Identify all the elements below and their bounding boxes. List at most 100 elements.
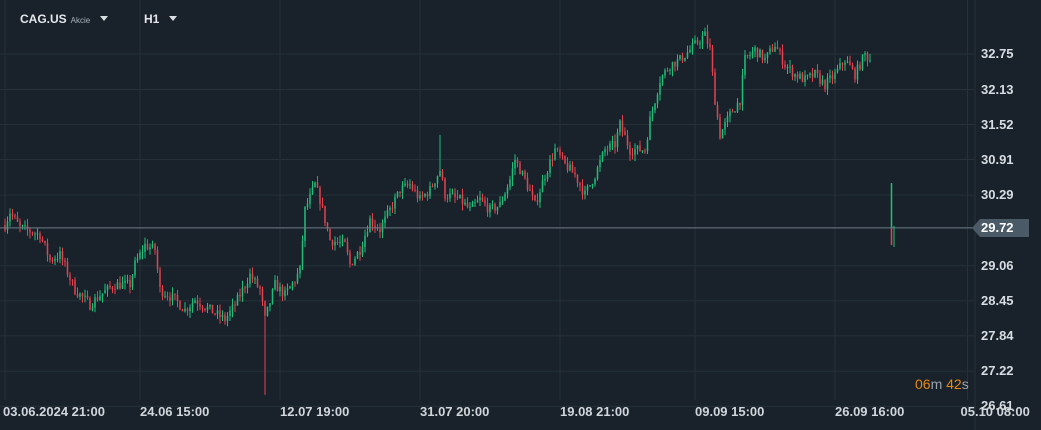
candle (861, 54, 864, 71)
candle (811, 67, 814, 82)
candle (49, 254, 51, 263)
candle (731, 108, 734, 113)
candle (269, 303, 271, 312)
candle (181, 308, 184, 312)
candle (401, 181, 404, 199)
candle (471, 200, 474, 208)
candle (821, 75, 824, 86)
candle (809, 72, 811, 79)
candle (51, 257, 54, 264)
candle (696, 37, 699, 46)
candle (404, 177, 406, 187)
candle (259, 285, 261, 296)
candle (866, 51, 869, 67)
candle (139, 249, 141, 260)
candle (141, 245, 144, 260)
candle (774, 42, 776, 53)
candle (66, 257, 69, 278)
candle (686, 45, 689, 59)
candlestick-chart[interactable] (0, 0, 1041, 430)
candle (504, 192, 506, 202)
candle (459, 194, 461, 199)
candle (621, 115, 624, 137)
candle (601, 151, 604, 163)
candle (76, 287, 79, 299)
candle (739, 102, 741, 110)
candle (549, 154, 551, 178)
candle (754, 45, 756, 58)
candle (516, 157, 519, 168)
candle (59, 246, 61, 264)
candle (564, 155, 566, 165)
countdown-s: s (961, 376, 969, 392)
candle (489, 203, 491, 218)
candle (761, 49, 764, 64)
candle (216, 305, 219, 320)
candle (201, 305, 204, 313)
candle (29, 227, 31, 239)
candle (461, 188, 464, 211)
candle (161, 285, 164, 301)
candle (831, 70, 834, 85)
candle (661, 74, 664, 86)
candle (309, 188, 311, 209)
candle (174, 293, 176, 301)
candle (4, 218, 6, 233)
candle (336, 237, 339, 246)
candle (506, 184, 509, 199)
candle (189, 304, 191, 318)
candle (849, 55, 851, 66)
candle (239, 288, 241, 302)
candle (619, 119, 621, 136)
candle (766, 52, 769, 64)
candle (796, 71, 799, 83)
candle (431, 183, 434, 188)
candle (561, 152, 564, 160)
price-tick-label: 29.06 (981, 257, 1014, 273)
candle (559, 146, 561, 159)
candle (464, 198, 466, 206)
chevron-down-icon (169, 16, 178, 21)
candle (291, 281, 294, 291)
candle (156, 246, 159, 273)
candle (354, 256, 356, 267)
candle (56, 252, 59, 263)
candle (86, 290, 89, 300)
candle (416, 185, 419, 203)
timeframe-selector[interactable]: H1 (144, 12, 178, 26)
candle (656, 92, 659, 109)
candle (521, 170, 524, 176)
candle (301, 235, 304, 271)
candle (176, 289, 179, 308)
candle (11, 208, 14, 220)
candle (69, 272, 71, 286)
candle (546, 171, 549, 182)
candle (551, 153, 554, 167)
candle (126, 274, 129, 284)
candle (164, 291, 166, 299)
candle (596, 165, 599, 181)
candle (236, 292, 239, 306)
candle (61, 247, 64, 266)
candle (214, 312, 216, 316)
candle (74, 277, 76, 296)
candle (644, 148, 646, 154)
candle (791, 64, 794, 81)
candles (4, 24, 871, 395)
candle (479, 190, 481, 207)
candle (854, 66, 856, 83)
candle (356, 251, 359, 259)
candle (604, 146, 606, 157)
symbol-selector[interactable]: CAG.US Akcie (20, 12, 109, 26)
candle (279, 282, 281, 297)
candle (631, 148, 634, 160)
candle (451, 188, 454, 195)
candle (99, 290, 101, 301)
candle (169, 292, 171, 307)
price-tick-label: 30.29 (981, 187, 1014, 203)
price-tick-label: 27.22 (981, 363, 1014, 379)
candle (111, 285, 114, 294)
candle (676, 54, 679, 71)
candle (339, 235, 341, 248)
candle (589, 185, 591, 187)
